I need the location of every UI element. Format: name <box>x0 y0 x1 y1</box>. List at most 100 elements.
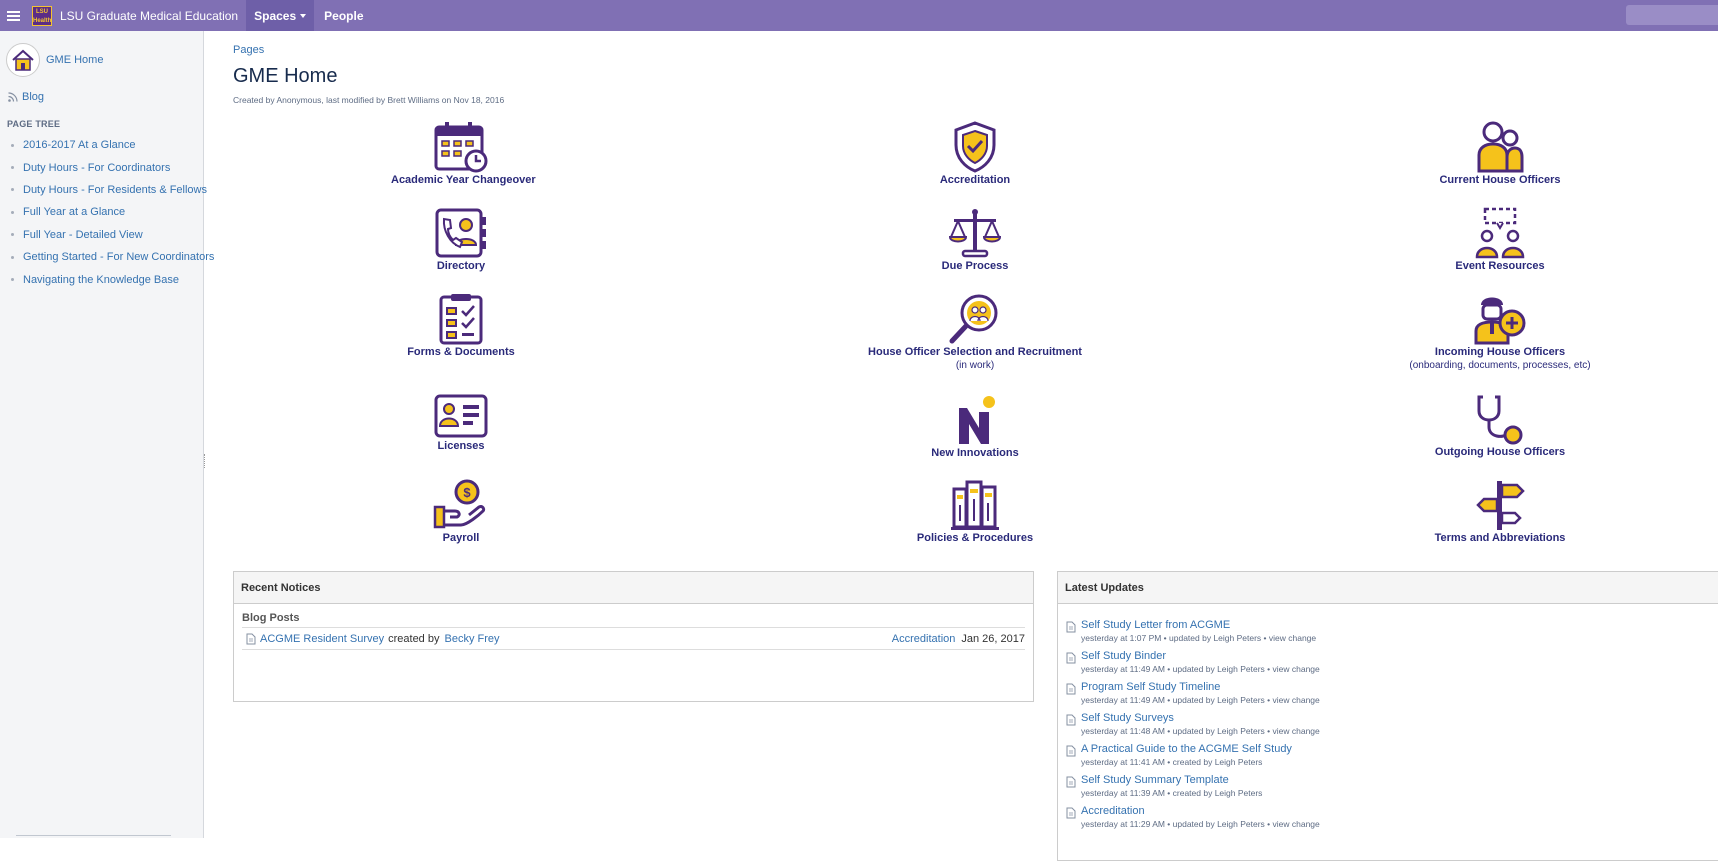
created-by-text: created by <box>388 632 440 645</box>
page-icon <box>1066 776 1076 788</box>
recent-notices-title: Recent Notices <box>234 572 1033 604</box>
tree-link[interactable]: 2016-2017 At a Glance <box>23 139 136 151</box>
tree-link[interactable]: Duty Hours - For Residents & Fellows <box>23 184 207 196</box>
ni-logo-icon <box>959 396 995 444</box>
blog-posts-heading: Blog Posts <box>242 612 1025 628</box>
latest-updates-panel: Latest Updates Self Study Letter from AC… <box>1057 571 1718 861</box>
space-home-link[interactable]: GME Home <box>6 43 103 77</box>
bullet-icon <box>11 278 14 282</box>
search-input[interactable] <box>1626 5 1718 25</box>
tile-outgoing-house-officers[interactable]: Outgoing House Officers <box>1430 393 1570 459</box>
tile-label: Directory <box>436 260 486 272</box>
tree-link[interactable]: Navigating the Knowledge Base <box>23 274 179 286</box>
update-meta: yesterday at 11:49 AM • updated by Leigh… <box>1081 664 1320 674</box>
doctor-plus-icon <box>1474 297 1526 345</box>
bullet-icon <box>11 166 14 170</box>
tile-label: Incoming House Officers <box>1434 346 1566 358</box>
bullet-icon <box>11 143 14 147</box>
author-link[interactable]: Becky Frey <box>444 633 499 645</box>
update-item: Self Study Summary Template yesterday at … <box>1066 774 1713 799</box>
page-icon <box>1066 714 1076 726</box>
update-meta: yesterday at 11:39 AM • created by Leigh… <box>1081 788 1263 798</box>
space-link[interactable]: Accreditation <box>892 633 956 645</box>
home-icon <box>6 43 40 77</box>
update-title-link[interactable]: Self Study Letter from ACGME <box>1081 619 1316 632</box>
update-title-link[interactable]: A Practical Guide to the ACGME Self Stud… <box>1081 743 1292 756</box>
update-meta: yesterday at 11:48 AM • updated by Leigh… <box>1081 726 1320 736</box>
page-icon <box>246 633 256 644</box>
spaces-menu[interactable]: Spaces <box>246 0 315 31</box>
tile-new-innovations[interactable]: New Innovations <box>915 396 1035 460</box>
page-icon <box>1066 683 1076 695</box>
space-name: GME Home <box>46 54 104 66</box>
tree-link[interactable]: Getting Started - For New Coordinators <box>23 251 214 263</box>
tile-label: Current House Officers <box>1439 174 1561 186</box>
tile-due-process[interactable]: Due Process <box>915 207 1035 273</box>
tile-academic-year-changeover[interactable]: Academic Year Changeover <box>391 121 536 187</box>
app-brand[interactable]: LSU Health LSU Graduate Medical Educatio… <box>26 0 246 31</box>
bullet-icon <box>11 255 14 259</box>
blog-link[interactable]: Blog <box>8 91 44 103</box>
update-title-link[interactable]: Program Self Study Timeline <box>1081 681 1320 694</box>
phone-book-icon <box>435 208 486 258</box>
tile-house-officer-selection[interactable]: House Officer Selection and Recruitment … <box>825 293 1125 373</box>
tile-label: Terms and Abbreviations <box>1434 532 1566 544</box>
tile-policies-procedures[interactable]: Policies & Procedures <box>885 479 1065 545</box>
lsu-health-logo: LSU Health <box>32 5 52 26</box>
update-title-link[interactable]: Accreditation <box>1081 805 1320 818</box>
svg-text:$: $ <box>463 485 471 500</box>
tile-label: Payroll <box>442 532 480 544</box>
magnify-people-icon <box>949 294 998 344</box>
tile-payroll[interactable]: $ Payroll <box>401 479 521 545</box>
update-meta: yesterday at 1:07 PM • updated by Leigh … <box>1081 633 1317 643</box>
page-tree: 2016-2017 At a Glance Duty Hours - For C… <box>0 134 214 291</box>
signpost-icon <box>1476 481 1525 530</box>
tile-forms-documents[interactable]: Forms & Documents <box>401 293 521 359</box>
update-title-link[interactable]: Self Study Binder <box>1081 650 1320 663</box>
meeting-icon <box>1475 207 1525 259</box>
update-title-link[interactable]: Self Study Summary Template <box>1081 774 1262 787</box>
tree-link[interactable]: Duty Hours - For Coordinators <box>23 162 170 174</box>
page-tree-header: PAGE TREE <box>7 119 61 129</box>
tile-directory[interactable]: Directory <box>401 207 521 273</box>
sidebar-divider <box>16 835 171 836</box>
tile-label: Accreditation <box>939 174 1011 186</box>
tile-event-resources[interactable]: Event Resources <box>1430 207 1570 273</box>
blog-label: Blog <box>22 91 45 103</box>
main-content: Pages GME Home Created by Anonymous, las… <box>205 31 1718 861</box>
tile-label: House Officer Selection and Recruitment <box>868 346 1082 358</box>
chevron-down-icon <box>300 13 307 18</box>
tile-incoming-house-officers[interactable]: Incoming House Officers (onboarding, doc… <box>1385 293 1615 373</box>
checklist-icon <box>439 294 483 345</box>
spaces-label: Spaces <box>254 8 297 23</box>
breadcrumb[interactable]: Pages <box>233 44 264 56</box>
calendar-clock-icon <box>434 122 488 173</box>
tree-item: Full Year - Detailed View <box>0 224 214 246</box>
update-meta: yesterday at 11:29 AM • updated by Leigh… <box>1081 819 1320 829</box>
update-meta: yesterday at 11:41 AM • created by Leigh… <box>1081 757 1263 767</box>
tree-item: Duty Hours - For Residents & Fellows <box>0 179 214 201</box>
tree-item: 2016-2017 At a Glance <box>0 134 214 156</box>
update-title-link[interactable]: Self Study Surveys <box>1081 712 1320 725</box>
tile-terms-abbreviations[interactable]: Terms and Abbreviations <box>1430 479 1570 545</box>
sidebar: GME Home Blog PAGE TREE 2016-2017 At a G… <box>0 31 214 838</box>
tile-licenses[interactable]: Licenses <box>401 393 521 453</box>
tree-link[interactable]: Full Year - Detailed View <box>23 229 143 241</box>
hamburger-menu-icon[interactable] <box>0 0 26 31</box>
tile-label: Due Process <box>941 260 1009 272</box>
tile-accreditation[interactable]: Accreditation <box>915 121 1035 187</box>
blog-post-link[interactable]: ACGME Resident Survey <box>260 633 384 645</box>
scales-icon <box>948 209 1002 258</box>
tile-sublabel: (onboarding, documents, processes, etc) <box>1409 360 1591 371</box>
recent-notices-panel: Recent Notices Blog Posts ACGME Resident… <box>233 571 1034 702</box>
people-link[interactable]: People <box>314 9 373 23</box>
latest-updates-title: Latest Updates <box>1058 572 1718 604</box>
tile-current-house-officers[interactable]: Current House Officers <box>1430 121 1570 187</box>
page-icon <box>1066 745 1076 757</box>
bullet-icon <box>11 210 14 214</box>
tree-link[interactable]: Full Year at a Glance <box>23 206 125 218</box>
tree-item: Getting Started - For New Coordinators <box>0 246 214 268</box>
tile-label: Outgoing House Officers <box>1434 446 1566 458</box>
update-meta: yesterday at 11:49 AM • updated by Leigh… <box>1081 695 1320 705</box>
post-date: Jan 26, 2017 <box>961 632 1025 645</box>
